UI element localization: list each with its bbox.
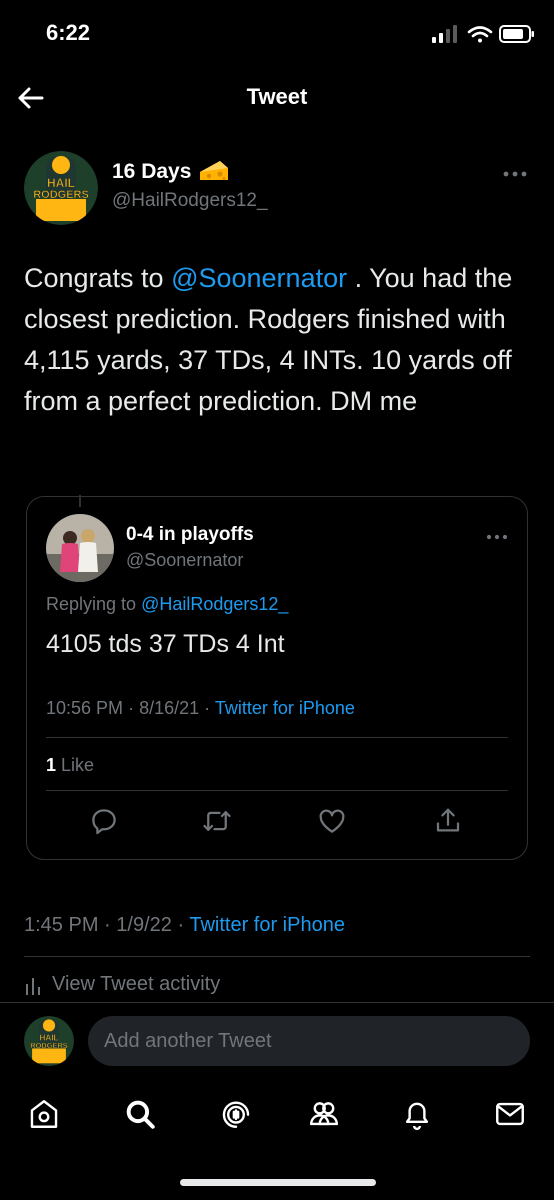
replying-to-link[interactable]: @HailRodgers12_ xyxy=(141,594,288,614)
status-time: 6:22 xyxy=(46,20,91,45)
tweet-date: 1/9/22 xyxy=(116,914,172,936)
replying-to: Replying to @HailRodgers12_ xyxy=(46,594,288,615)
svg-text:HAIL: HAIL xyxy=(47,176,75,190)
author-handle[interactable]: @HailRodgers12_ xyxy=(112,190,268,212)
svg-text:RODGERS: RODGERS xyxy=(33,189,89,201)
home-icon[interactable] xyxy=(27,1097,61,1131)
home-indicator xyxy=(180,1179,376,1186)
more-icon[interactable] xyxy=(500,166,530,182)
reply-author-avatar[interactable] xyxy=(46,514,114,582)
bars-icon xyxy=(24,974,44,996)
likes-row[interactable]: 1 Like xyxy=(46,755,94,776)
spaces-icon[interactable] xyxy=(219,1097,253,1131)
separator: · xyxy=(204,698,211,718)
communities-icon[interactable] xyxy=(307,1097,341,1131)
tweet-text: Congrats to @Soonernator . You had the c… xyxy=(24,258,534,422)
reply-source-link[interactable]: Twitter for iPhone xyxy=(215,698,355,718)
divider xyxy=(46,790,508,791)
tweet-source-link[interactable]: Twitter for iPhone xyxy=(189,914,345,936)
like-icon[interactable] xyxy=(317,806,347,836)
composer-avatar: HAIL RODGERS xyxy=(24,1016,74,1066)
tweet-timestamp-row: 1:45 PM · 1/9/22 · Twitter for iPhone xyxy=(24,914,345,937)
reply-date: 8/16/21 xyxy=(139,698,200,718)
tweet-time: 1:45 PM xyxy=(24,914,99,936)
likes-count: 1 xyxy=(46,755,57,775)
reply-text: 4105 tds 37 TDs 4 Int xyxy=(46,630,285,658)
replying-to-label: Replying to xyxy=(46,594,137,614)
status-icons xyxy=(432,22,536,46)
view-tweet-activity[interactable]: View Tweet activity xyxy=(24,973,220,996)
wifi-icon xyxy=(467,26,493,43)
likes-label: Like xyxy=(61,755,95,775)
reply-icon[interactable] xyxy=(89,806,119,836)
divider xyxy=(46,737,508,738)
reply-author-name[interactable]: 0-4 in playoffs xyxy=(126,524,254,546)
mention-link[interactable]: @Soonernator xyxy=(171,263,347,293)
tweet-text-part: Congrats to xyxy=(24,263,172,293)
battery-icon xyxy=(499,25,534,43)
bell-icon[interactable] xyxy=(400,1097,434,1131)
view-tweet-activity-label: View Tweet activity xyxy=(52,973,221,995)
page-title: Tweet xyxy=(246,84,308,109)
mail-icon[interactable] xyxy=(493,1097,527,1131)
reply-time: 10:56 PM xyxy=(46,698,124,718)
signal-icon xyxy=(432,25,457,43)
reply-timestamp-row: 10:56 PM · 8/16/21 · Twitter for iPhone xyxy=(46,698,355,719)
reply-composer-input[interactable]: Add another Tweet xyxy=(88,1016,530,1066)
author-name[interactable]: 16 Days xyxy=(112,160,191,184)
separator: · xyxy=(128,698,135,718)
reply-author-handle[interactable]: @Soonernator xyxy=(126,550,243,571)
more-icon[interactable] xyxy=(484,530,510,544)
share-icon[interactable] xyxy=(433,806,463,836)
author-avatar[interactable]: HAIL RODGERS xyxy=(24,151,98,225)
svg-text:RODGERS: RODGERS xyxy=(30,1041,68,1050)
separator: · xyxy=(177,914,185,936)
divider xyxy=(0,1002,554,1003)
separator: · xyxy=(104,914,111,936)
search-icon[interactable] xyxy=(123,1097,157,1131)
divider xyxy=(24,956,530,957)
cheese-icon xyxy=(198,158,230,184)
retweet-icon[interactable] xyxy=(202,806,232,836)
